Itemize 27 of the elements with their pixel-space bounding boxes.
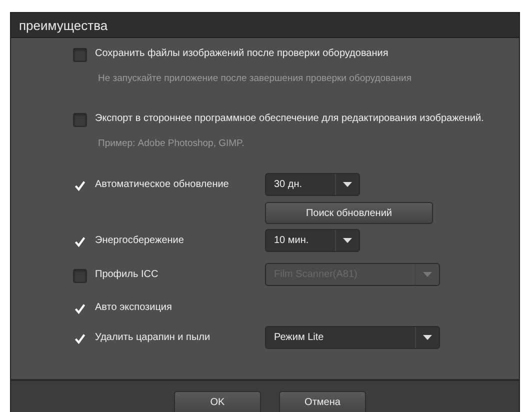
dropdown[interactable]: 30 дн. bbox=[265, 173, 360, 196]
option-label: Авто экспозиция bbox=[95, 301, 172, 315]
option-note: Не запускайте приложение после завершения проверки оборудования bbox=[98, 73, 412, 84]
checkbox[interactable] bbox=[73, 332, 87, 346]
caret-icon bbox=[423, 272, 432, 277]
checkbox[interactable] bbox=[73, 48, 87, 62]
option-label: Экспорт в стороннее программное обеспечение для редактирования изображений. bbox=[95, 112, 484, 126]
dropdown[interactable]: Режим Lite bbox=[265, 326, 440, 349]
checkbox[interactable] bbox=[73, 302, 87, 316]
caret-icon bbox=[343, 238, 352, 243]
dialog-button[interactable]: OK bbox=[174, 391, 261, 412]
checkbox[interactable] bbox=[73, 235, 87, 249]
option-note: Пример: Adobe Photoshop, GIMP. bbox=[98, 138, 246, 149]
option-label: Автоматическое обновление bbox=[95, 178, 230, 192]
checkbox[interactable] bbox=[73, 113, 87, 127]
check-updates-button[interactable]: Поиск обновлений bbox=[265, 202, 433, 224]
option-label: Сохранить файлы изображений после проверки оборудования bbox=[95, 47, 390, 61]
option-label: Удалить царапин и пыли bbox=[95, 331, 212, 345]
dialog-button[interactable]: Отмена bbox=[279, 391, 366, 412]
option-label: Профиль ICC bbox=[95, 268, 160, 282]
caret-icon bbox=[423, 335, 432, 340]
checkbox[interactable] bbox=[73, 269, 87, 283]
option-label: Энергосбережение bbox=[95, 234, 185, 248]
checkbox[interactable] bbox=[73, 179, 87, 193]
caret-icon bbox=[343, 182, 352, 187]
window-title: преимущества bbox=[11, 13, 519, 38]
dropdown[interactable]: 10 мин. bbox=[265, 229, 360, 252]
